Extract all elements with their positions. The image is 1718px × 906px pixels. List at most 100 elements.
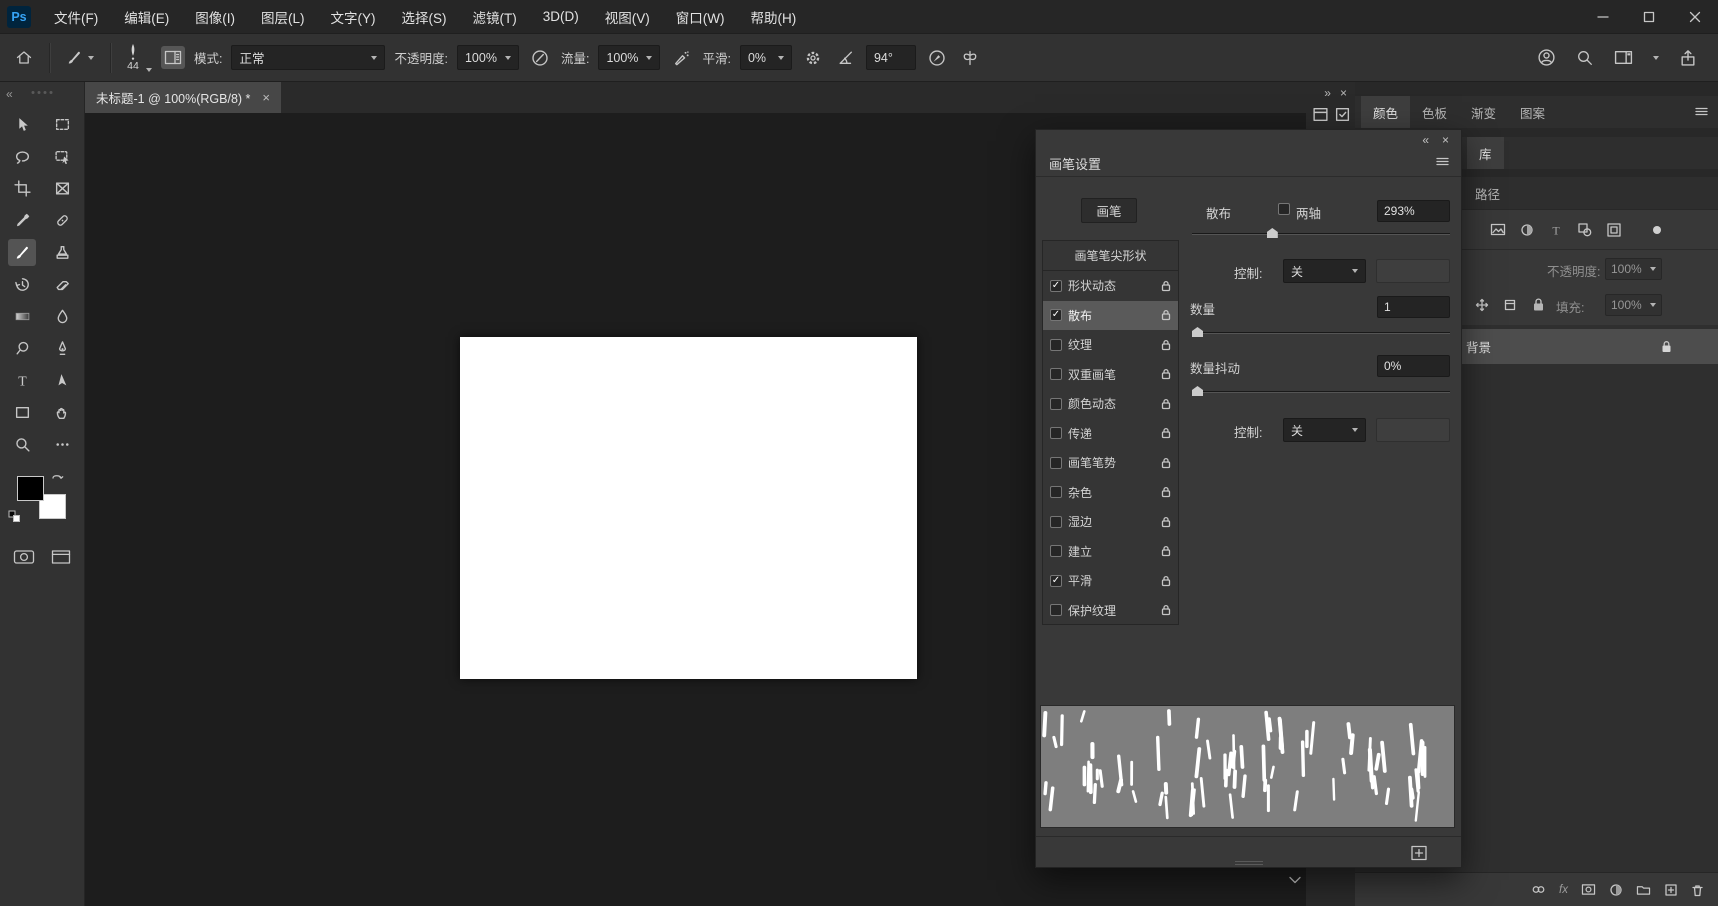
toggle-brush-settings-panel-button[interactable]: [161, 46, 185, 69]
link-layers-icon[interactable]: [1531, 883, 1546, 896]
menu-type[interactable]: 文字(Y): [318, 0, 389, 33]
quick-mask-button[interactable]: [13, 549, 35, 565]
healing-brush-tool-button[interactable]: [48, 207, 76, 234]
tab-gradients[interactable]: 渐变: [1459, 96, 1508, 128]
close-document-icon[interactable]: ×: [262, 91, 270, 104]
lock-icon[interactable]: [1161, 309, 1171, 321]
smoothing-select[interactable]: 0%: [740, 45, 792, 70]
frame-tool-button[interactable]: [48, 175, 76, 202]
control1-select[interactable]: 关: [1283, 259, 1366, 283]
pressure-size-icon[interactable]: [925, 46, 949, 70]
home-icon[interactable]: [12, 46, 36, 69]
list-item-noise[interactable]: 杂色: [1043, 478, 1178, 508]
airbrush-icon[interactable]: [669, 46, 693, 70]
crop-tool-button[interactable]: [8, 175, 36, 202]
zoom-tool-button[interactable]: [8, 431, 36, 458]
smoothing-options-gear-icon[interactable]: [801, 46, 825, 70]
lock-icon[interactable]: [1161, 398, 1171, 410]
count-jitter-slider[interactable]: [1192, 385, 1450, 397]
panel-menu-icon[interactable]: [1694, 105, 1709, 118]
checkbox[interactable]: [1050, 427, 1062, 439]
workspace-switcher-icon[interactable]: [1611, 46, 1636, 69]
brush-picker[interactable]: 44: [124, 43, 152, 72]
expand-panels-icon[interactable]: »: [1324, 87, 1331, 99]
brush-angle-field[interactable]: 94°: [866, 45, 916, 70]
new-layer-icon[interactable]: [1664, 883, 1678, 897]
menu-3d[interactable]: 3D(D): [530, 0, 592, 33]
slider-thumb[interactable]: [1267, 228, 1278, 238]
menu-edit[interactable]: 编辑(E): [111, 0, 182, 33]
lock-icon[interactable]: [1161, 427, 1171, 439]
lock-icon[interactable]: [1161, 575, 1171, 587]
minimize-button[interactable]: [1580, 0, 1626, 33]
menu-window[interactable]: 窗口(W): [663, 0, 738, 33]
rectangle-tool-button[interactable]: [8, 399, 36, 426]
panel-scroll-down-icon[interactable]: [1288, 876, 1302, 885]
checkbox[interactable]: [1050, 516, 1062, 528]
menu-file[interactable]: 文件(F): [41, 0, 111, 33]
scatter-slider[interactable]: [1192, 227, 1450, 239]
tool-preset-brush-icon[interactable]: [63, 46, 97, 69]
checkbox[interactable]: ✓: [1050, 575, 1062, 587]
checkbox[interactable]: ✓: [1050, 280, 1062, 292]
pressure-opacity-icon[interactable]: [528, 46, 552, 70]
scatter-value-field[interactable]: 293%: [1377, 200, 1450, 222]
move-tool-button[interactable]: [8, 111, 36, 138]
collapsed-panel-icon-1[interactable]: [1312, 106, 1329, 123]
flow-select[interactable]: 100%: [598, 45, 660, 70]
lock-icon[interactable]: [1161, 604, 1171, 616]
maximize-button[interactable]: [1626, 0, 1672, 33]
tab-color[interactable]: 颜色: [1361, 96, 1410, 128]
lock-icon[interactable]: [1161, 516, 1171, 528]
list-item-protect-texture[interactable]: 保护纹理: [1043, 596, 1178, 626]
history-brush-tool-button[interactable]: [8, 271, 36, 298]
list-item-wet-edges[interactable]: 湿边: [1043, 507, 1178, 537]
layer-filter-adjustment-icon[interactable]: [1519, 222, 1535, 238]
opacity-select[interactable]: 100%: [457, 45, 519, 70]
share-icon[interactable]: [1676, 46, 1700, 70]
count-value-field[interactable]: 1: [1377, 296, 1450, 318]
lock-icon[interactable]: [1161, 486, 1171, 498]
count-slider[interactable]: [1192, 326, 1450, 338]
slider-thumb[interactable]: [1192, 327, 1203, 337]
brush-tip-shape-item[interactable]: 画笔笔尖形状: [1043, 241, 1178, 271]
hand-tool-button[interactable]: [48, 399, 76, 426]
close-panel-group-icon[interactable]: ×: [1340, 87, 1347, 99]
eyedropper-tool-button[interactable]: [8, 207, 36, 234]
more-tools-button[interactable]: [48, 431, 76, 458]
lasso-tool-button[interactable]: [8, 143, 36, 170]
list-item-dual-brush[interactable]: 双重画笔: [1043, 360, 1178, 390]
dodge-tool-button[interactable]: [8, 335, 36, 362]
tab-patterns[interactable]: 图案: [1508, 96, 1557, 128]
lock-icon[interactable]: [1161, 368, 1171, 380]
pen-tool-button[interactable]: [48, 335, 76, 362]
panel-resize-grip[interactable]: [1235, 861, 1263, 865]
list-item-transfer[interactable]: 传递: [1043, 419, 1178, 449]
marquee-tool-button[interactable]: [48, 111, 76, 138]
chevron-down-icon[interactable]: [1650, 53, 1662, 63]
tools-drag-handle[interactable]: [32, 91, 53, 94]
layer-filter-type-icon[interactable]: T: [1548, 222, 1564, 238]
add-layer-mask-icon[interactable]: [1581, 883, 1596, 896]
checkbox[interactable]: [1050, 545, 1062, 557]
menu-filter[interactable]: 滤镜(T): [460, 0, 530, 33]
default-colors-icon[interactable]: [8, 510, 21, 523]
list-item-build-up[interactable]: 建立: [1043, 537, 1178, 567]
lock-icon[interactable]: [1161, 457, 1171, 469]
count-jitter-value-field[interactable]: 0%: [1377, 355, 1450, 377]
list-item-smoothing[interactable]: ✓ 平滑: [1043, 566, 1178, 596]
list-item-shape-dynamics[interactable]: ✓ 形状动态: [1043, 271, 1178, 301]
clone-stamp-tool-button[interactable]: [48, 239, 76, 266]
layer-filter-smart-object-icon[interactable]: [1606, 222, 1622, 238]
brushes-button[interactable]: 画笔: [1081, 198, 1137, 223]
eraser-tool-button[interactable]: [48, 271, 76, 298]
search-icon[interactable]: [1573, 46, 1597, 70]
menu-help[interactable]: 帮助(H): [737, 0, 809, 33]
list-item-scattering[interactable]: ✓ 散布: [1043, 301, 1178, 331]
collapse-tools-icon[interactable]: «: [6, 88, 13, 100]
layer-locked-icon[interactable]: [1661, 340, 1672, 353]
layer-effects-icon[interactable]: fx: [1559, 884, 1568, 896]
menu-select[interactable]: 选择(S): [389, 0, 460, 33]
checkbox[interactable]: ✓: [1050, 309, 1062, 321]
lock-icon[interactable]: [1161, 280, 1171, 292]
